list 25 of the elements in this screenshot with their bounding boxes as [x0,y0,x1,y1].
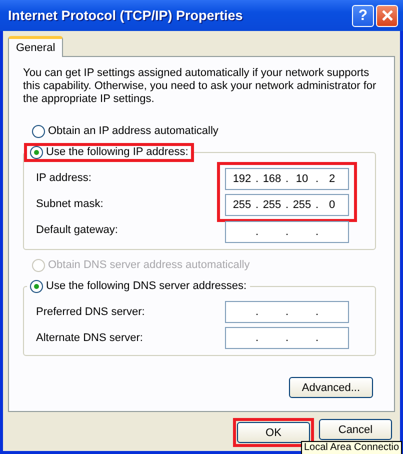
field-label: IP address: [36,171,92,186]
ip-address-field[interactable]: 192 . 168 . 10 . 2 [225,168,349,190]
window-title: Internet Protocol (TCP/IP) Properties [8,8,244,23]
cancel-button[interactable]: Cancel [319,419,392,440]
field-label: Subnet mask: [36,197,104,212]
field-label: Preferred DNS server: [36,305,146,320]
radio-button[interactable] [30,146,43,158]
help-button[interactable]: ? [352,4,374,26]
tooltip: Local Area Connectio [301,441,402,454]
radio-option[interactable]: Use the following IP address: [30,146,188,158]
ip-address-field[interactable]: . . . [225,301,349,323]
radio-button[interactable] [30,280,43,292]
advanced-button[interactable]: Advanced... [288,377,373,398]
field-label: Default gateway: [36,223,119,238]
close-button[interactable] [376,4,398,26]
ip-address-field[interactable]: . . . [225,221,349,243]
radio-option[interactable]: Obtain an IP address automatically [32,124,218,138]
ip-address-field[interactable]: 255 . 255 . 255 . 0 [225,194,349,216]
ip-address-field[interactable]: . . . [225,327,349,349]
radio-button[interactable] [32,124,45,138]
ok-button[interactable]: OK [237,422,310,443]
close-icon [382,10,392,21]
intro-text: You can get IP settings assigned automatically if your network supports this capability. Otherwise, you need to ask your network administrator for the appropriate IP settings. [23,67,378,106]
field-label: Alternate DNS server: [36,331,144,346]
tab[interactable]: General [8,36,64,57]
